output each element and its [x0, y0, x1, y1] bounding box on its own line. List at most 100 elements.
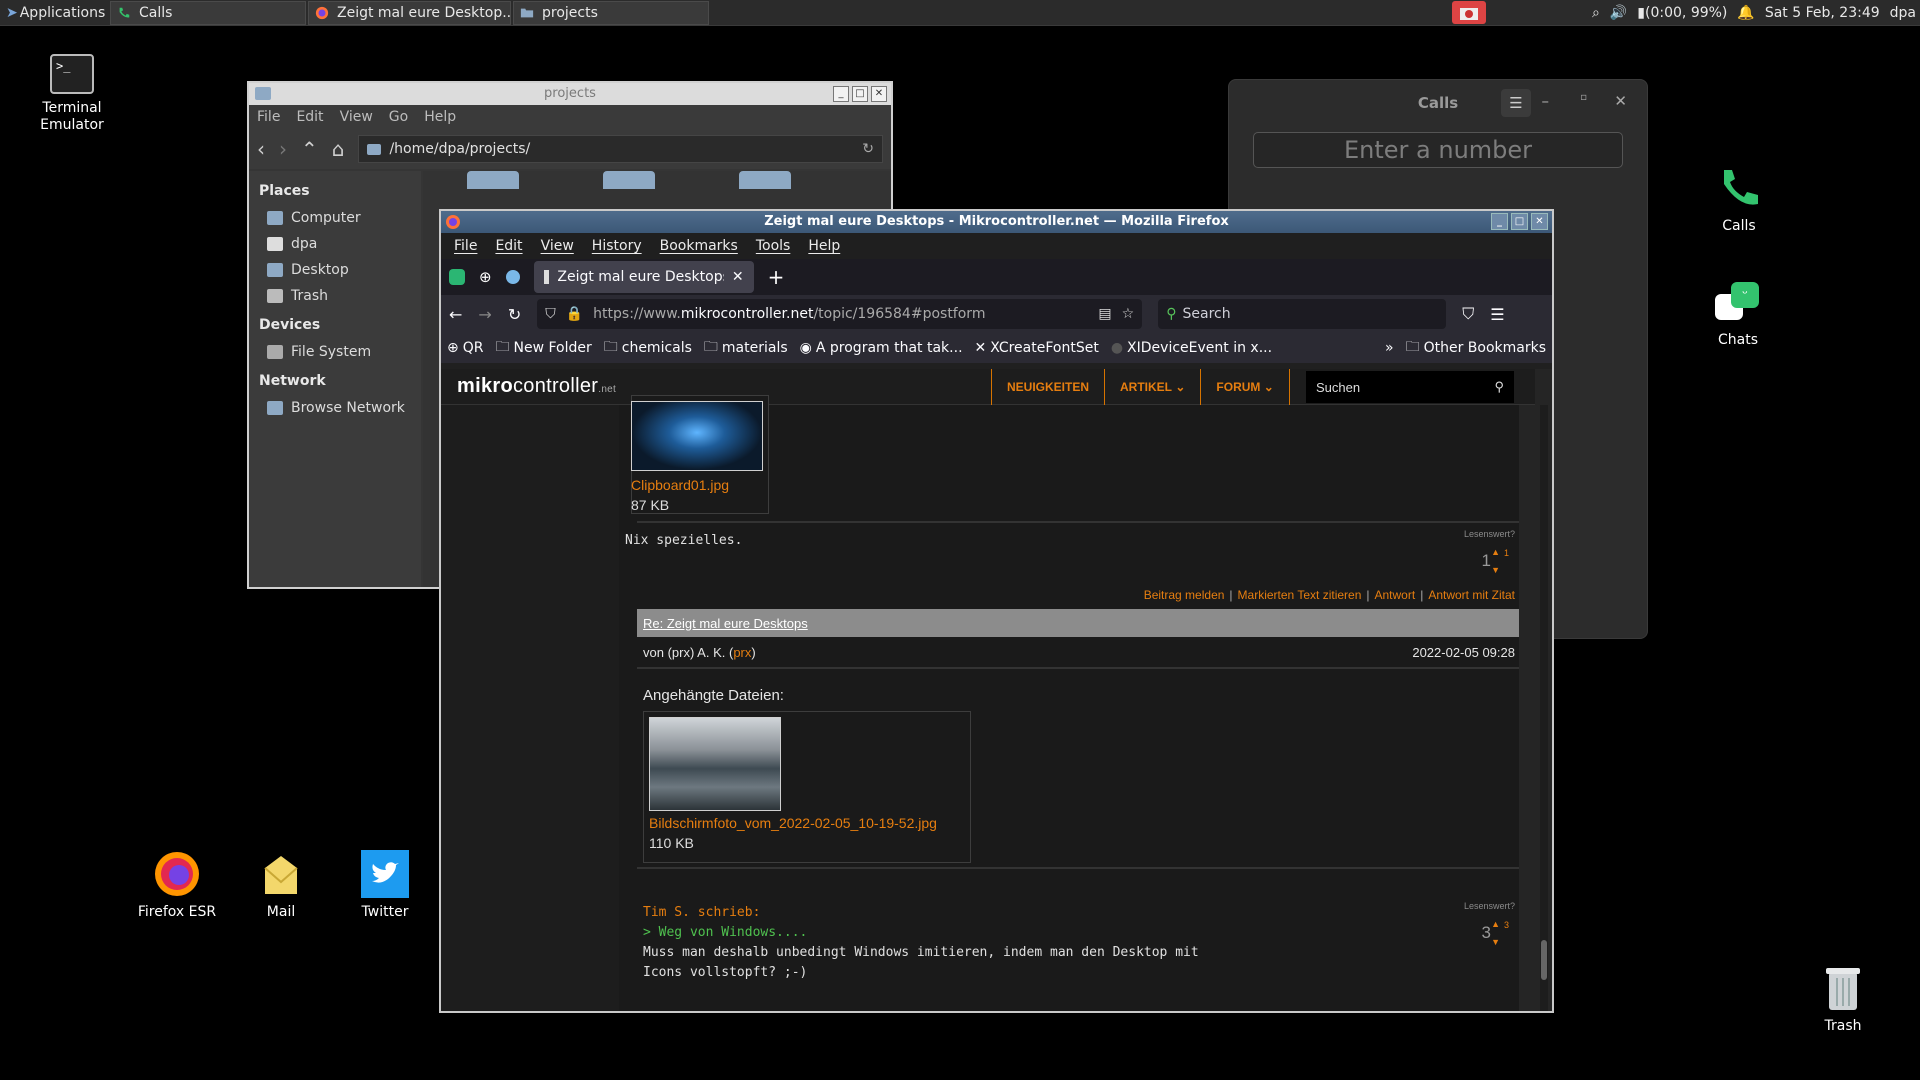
bookmark-qr[interactable]: ⊕ QR [447, 340, 483, 356]
site-logo[interactable]: mikrocontroller.net [457, 375, 616, 398]
reload-icon[interactable]: ↻ [508, 305, 521, 324]
menu-tools[interactable]: Tools [747, 238, 800, 254]
post-title-link[interactable]: Re: Zeigt mal eure Desktops [643, 616, 808, 631]
clock[interactable]: Sat 5 Feb, 23:49 [1765, 5, 1880, 21]
home-icon[interactable]: ⌂ [332, 137, 345, 161]
window-titlebar[interactable]: projects _ □ ✕ [249, 83, 891, 105]
bookmark-xideviceevent[interactable]: ● XIDeviceEvent in x... [1111, 340, 1272, 356]
report-post-link[interactable]: Beitrag melden [1144, 588, 1225, 602]
upvote-icon[interactable]: ▲ [1491, 919, 1500, 929]
upvote-icon[interactable]: ▲ [1491, 547, 1500, 557]
taskbar-item-projects[interactable]: projects [513, 0, 709, 25]
downvote-icon[interactable]: ▼ [1491, 937, 1500, 947]
pinned-tab-icon[interactable] [505, 270, 520, 284]
desktop-icon-trash[interactable]: Trash [1788, 964, 1898, 1035]
hamburger-menu-button[interactable]: ☰ [1501, 89, 1531, 117]
up-icon[interactable]: ⌃ [301, 137, 318, 161]
menu-help[interactable]: Help [416, 109, 464, 125]
desktop-icon-terminal[interactable]: >_ Terminal Emulator [17, 54, 127, 134]
tab-active[interactable]: Zeigt mal eure Desktops ✕ [533, 261, 754, 293]
sidebar-item-computer[interactable]: Computer [259, 205, 421, 231]
nav-artikel[interactable]: ARTIKEL ⌄ [1104, 369, 1200, 405]
folder-icon[interactable] [603, 171, 655, 189]
close-tab-icon[interactable]: ✕ [732, 269, 744, 285]
scrollbar[interactable] [1540, 405, 1548, 1011]
menu-go[interactable]: Go [381, 109, 416, 125]
pinned-tab-icon[interactable] [449, 269, 465, 285]
nav-neuigkeiten[interactable]: NEUIGKEITEN [991, 369, 1104, 405]
number-input[interactable]: Enter a number [1253, 132, 1623, 168]
forward-icon[interactable]: › [279, 137, 287, 161]
maximize-button[interactable]: ▫ [1580, 92, 1587, 103]
reload-icon[interactable]: ↻ [862, 141, 874, 157]
sidebar-item-file-system[interactable]: File System [259, 339, 421, 365]
screenshot-tray-app[interactable] [1452, 1, 1486, 24]
attachment-thumbnail[interactable] [631, 401, 763, 471]
reply-link[interactable]: Antwort [1375, 588, 1416, 602]
sidebar-item-dpa[interactable]: dpa [259, 231, 421, 257]
minimize-button[interactable]: _ [1491, 213, 1508, 230]
maximize-button[interactable]: □ [852, 86, 868, 102]
sidebar-item-desktop[interactable]: Desktop [259, 257, 421, 283]
network-icon[interactable]: ⌕ [1592, 5, 1600, 21]
url-bar[interactable]: ⛉ 🔒 https://www.mikrocontroller.net/topi… [537, 299, 1143, 329]
search-bar[interactable]: ⚲ Search [1158, 299, 1447, 329]
desktop-icon-twitter[interactable]: Twitter [330, 850, 440, 921]
sidebar-item-trash[interactable]: Trash [259, 283, 421, 309]
desktop-icon-calls[interactable]: Calls [1684, 166, 1794, 235]
bookmark-folder-chemicals[interactable]: 🗀 chemicals [604, 336, 692, 360]
menu-help[interactable]: Help [799, 238, 849, 254]
maximize-button[interactable]: □ [1511, 213, 1528, 230]
bookmark-xcreatefontset[interactable]: ✕ XCreateFontSet [975, 340, 1099, 356]
calls-header[interactable]: Calls ☰ – ▫ ✕ [1229, 80, 1647, 126]
menu-history[interactable]: History [583, 238, 651, 254]
app-menu-icon[interactable]: ☰ [1490, 305, 1504, 324]
site-search-input[interactable]: Suchen ⚲ [1306, 371, 1514, 403]
desktop-icon-firefox[interactable]: Firefox ESR [122, 850, 232, 921]
back-icon[interactable]: ← [449, 305, 462, 324]
taskbar-item-firefox[interactable]: Zeigt mal eure Desktop... [308, 0, 511, 25]
taskbar-item-calls[interactable]: Calls [110, 0, 306, 25]
sidebar-item-browse-network[interactable]: Browse Network [259, 395, 421, 421]
nav-forum[interactable]: FORUM ⌄ [1200, 369, 1290, 405]
bookmark-program[interactable]: ◉ A program that tak... [800, 340, 963, 356]
applications-menu-button[interactable]: ➤ Applications [0, 1, 108, 25]
attachment-link[interactable]: Clipboard01.jpg [631, 477, 729, 493]
new-tab-button[interactable]: + [768, 265, 785, 289]
attachment-link[interactable]: Bildschirmfoto_vom_2022-02-05_10-19-52.j… [649, 815, 937, 831]
bookmark-folder-new-folder[interactable]: 🗀 New Folder [495, 336, 591, 360]
window-titlebar[interactable]: Zeigt mal eure Desktops - Mikrocontrolle… [441, 211, 1552, 233]
menu-edit[interactable]: Edit [486, 238, 531, 254]
user-label[interactable]: dpa [1890, 5, 1916, 21]
desktop-icon-chats[interactable]: ᵕ Chats [1683, 282, 1793, 349]
author-link[interactable]: prx [733, 645, 751, 660]
globe-icon[interactable]: ⊕ [479, 268, 492, 286]
folder-icon[interactable] [467, 171, 519, 189]
volume-icon[interactable]: 🔊 [1610, 5, 1627, 21]
close-button[interactable]: ✕ [1531, 213, 1548, 230]
search-icon[interactable]: ⚲ [1494, 379, 1504, 395]
notification-bell-icon[interactable]: 🔔 [1737, 5, 1754, 21]
attachment-thumbnail[interactable] [649, 717, 781, 811]
reader-view-icon[interactable]: ▤ [1098, 306, 1111, 322]
menu-edit[interactable]: Edit [288, 109, 331, 125]
quote-selection-link[interactable]: Markierten Text zitieren [1238, 588, 1362, 602]
minimize-button[interactable]: – [1542, 92, 1550, 110]
reply-with-quote-link[interactable]: Antwort mit Zitat [1428, 588, 1515, 602]
forward-icon[interactable]: → [478, 305, 491, 324]
folder-icon[interactable] [739, 171, 791, 189]
back-icon[interactable]: ‹ [257, 137, 265, 161]
battery-indicator[interactable]: ▮(0:00, 99%) [1637, 5, 1727, 21]
desktop-icon-mail[interactable]: Mail [226, 852, 336, 921]
menu-view[interactable]: View [532, 238, 583, 254]
bookmark-other-bookmarks[interactable]: 🗀 Other Bookmarks [1406, 336, 1546, 360]
close-button[interactable]: ✕ [871, 86, 887, 102]
close-button[interactable]: ✕ [1614, 92, 1627, 110]
pocket-icon[interactable]: ⛉ [1462, 304, 1474, 324]
downvote-icon[interactable]: ▼ [1491, 565, 1500, 575]
minimize-button[interactable]: _ [833, 86, 849, 102]
menu-file[interactable]: File [249, 109, 288, 125]
bookmark-star-icon[interactable]: ☆ [1122, 306, 1135, 322]
scrollbar-thumb[interactable] [1541, 940, 1547, 980]
bookmark-folder-materials[interactable]: 🗀 materials [704, 336, 788, 360]
